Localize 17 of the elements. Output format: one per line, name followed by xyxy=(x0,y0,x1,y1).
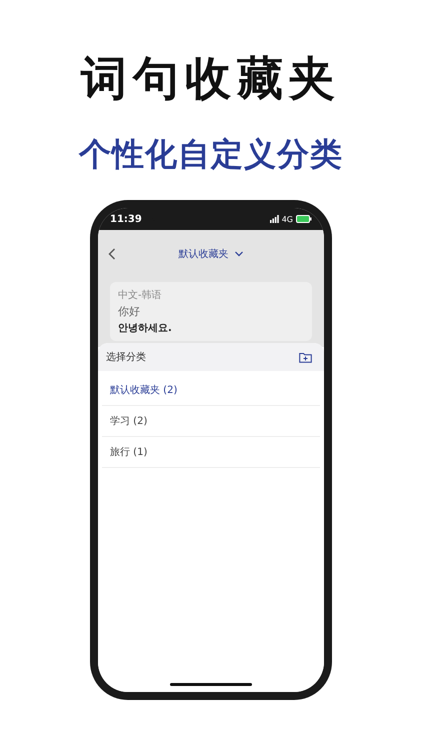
network-label: 4G xyxy=(282,214,293,224)
chevron-down-icon[interactable] xyxy=(234,251,244,257)
category-item[interactable]: 学习 (2) xyxy=(102,406,320,437)
source-text: 你好 xyxy=(118,304,141,319)
battery-icon xyxy=(296,215,312,223)
nav-title[interactable]: 默认收藏夹 xyxy=(178,247,228,261)
category-item[interactable]: 旅行 (1) xyxy=(102,437,320,468)
translation-text: 안녕하세요. xyxy=(118,322,173,335)
back-icon[interactable] xyxy=(108,248,116,260)
sheet-title: 选择分类 xyxy=(106,350,146,364)
language-pair: 中文-韩语 xyxy=(118,288,163,302)
signal-icon xyxy=(270,215,279,223)
new-folder-icon[interactable] xyxy=(299,352,312,362)
headline: 词句收藏夹 xyxy=(81,50,341,106)
subheadline: 个性化自定义分类 xyxy=(79,134,343,174)
category-item[interactable]: 默认收藏夹 (2) xyxy=(102,375,320,406)
status-time: 11:39 xyxy=(110,214,142,224)
